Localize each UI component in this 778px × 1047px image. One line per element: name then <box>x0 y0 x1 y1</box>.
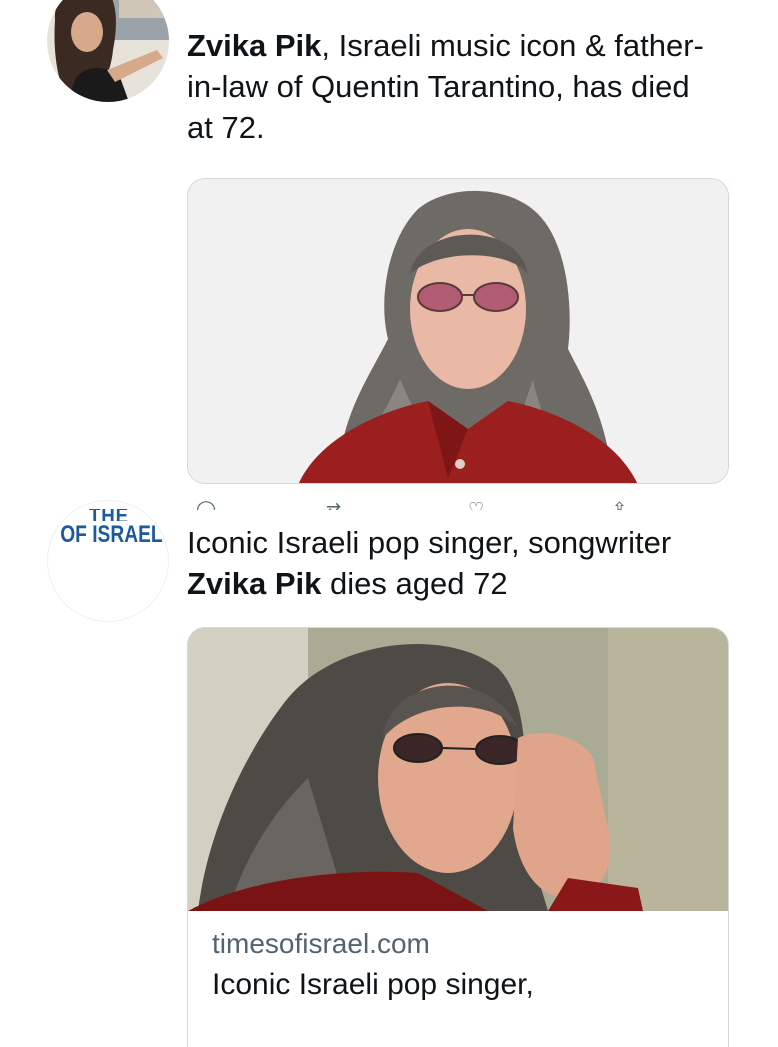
logo-text-top: THE TIMES <box>57 509 161 521</box>
tweet-body-start: Iconic Israeli pop singer, songwriter <box>187 525 672 560</box>
tweet[interactable]: THE TIMES OF ISRAEL Iconic Israeli pop s… <box>0 500 778 1047</box>
link-card[interactable]: timesofisrael.com Iconic Israeli pop sin… <box>187 627 729 1047</box>
card-domain: timesofisrael.com <box>212 928 430 959</box>
card-title: Iconic Israeli pop singer, <box>212 968 534 1001</box>
tweet[interactable]: Zvika Pik, Israeli music icon & father-i… <box>0 0 778 510</box>
tweet-body-end: dies aged 72 <box>321 566 508 601</box>
share-icon[interactable]: ⇪ <box>612 500 627 510</box>
like-icon[interactable]: ♡ <box>468 500 484 510</box>
card-meta: timesofisrael.com Iconic Israeli pop sin… <box>188 911 728 1047</box>
times-of-israel-logo: THE TIMES OF ISRAEL <box>48 509 168 549</box>
reply-icon[interactable]: ◯ <box>196 500 216 510</box>
tweet-text: Zvika Pik, Israeli music icon & father-i… <box>187 25 707 148</box>
logo-text-bottom: OF ISRAEL <box>60 521 163 548</box>
tweet-actions: ◯ ⇄ ♡ ⇪ <box>190 492 710 510</box>
avatar-photo <box>47 0 169 102</box>
tweet-photo[interactable] <box>187 178 729 484</box>
card-photo <box>188 628 728 911</box>
photo-man-red-shirt <box>188 179 728 483</box>
author-name[interactable]: Zvika Pik <box>187 28 321 63</box>
retweet-icon[interactable]: ⇄ <box>326 500 341 510</box>
tweet-text: Iconic Israeli pop singer, songwriter Zv… <box>187 522 747 604</box>
avatar[interactable] <box>47 0 169 102</box>
tweet-body-bold: Zvika Pik <box>187 566 322 601</box>
avatar[interactable]: THE TIMES OF ISRAEL <box>47 500 169 622</box>
